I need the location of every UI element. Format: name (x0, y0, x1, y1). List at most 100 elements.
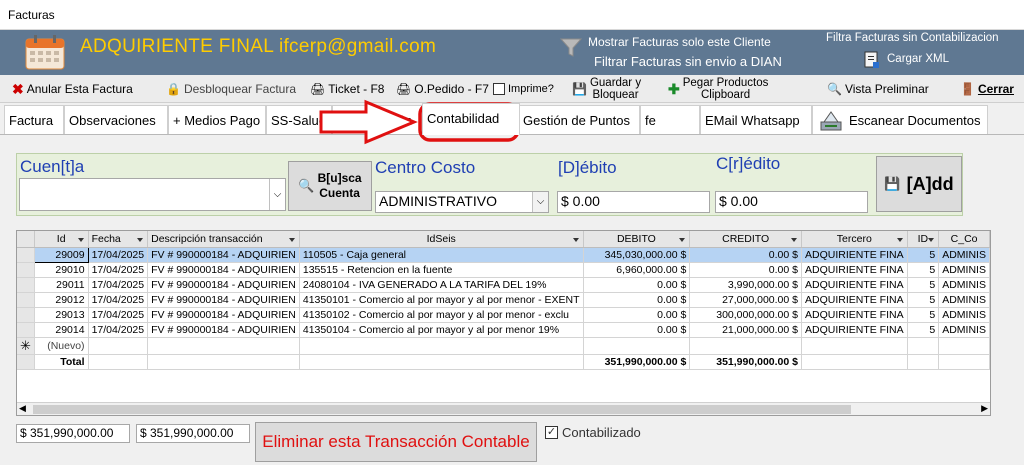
cell-id[interactable]: 29010 (34, 262, 89, 278)
cell-id-tercero[interactable]: 5 (907, 307, 940, 323)
save-lock-button[interactable]: 💾 Guardar y Bloquear (572, 75, 641, 103)
tab-escanear-documentos[interactable]: Escanear Documentos (812, 105, 988, 134)
tab-contabilidad[interactable]: Contabilidad (422, 103, 520, 135)
cell-credito[interactable]: 3,990,000.00 $ (689, 277, 802, 293)
centro-costo-select[interactable]: ADMINISTRATIVO ⌵ (375, 191, 549, 213)
cell-tercero[interactable]: ADQUIRIENTE FINA (801, 262, 908, 278)
row-selector[interactable] (17, 322, 35, 338)
cell-debito[interactable]: 0.00 $ (583, 277, 691, 293)
cell-c-co[interactable]: ADMINIS (938, 262, 990, 278)
col-fecha[interactable]: Fecha (88, 231, 149, 248)
cell-fecha[interactable]: 17/04/2025 (88, 307, 149, 323)
void-invoice-button[interactable]: ✖ Anular Esta Factura (12, 75, 133, 103)
cell-fecha[interactable]: 17/04/2025 (88, 262, 149, 278)
table-row[interactable]: 29012 17/04/2025 FV # 990000184 - ADQUIR… (17, 292, 990, 308)
cell-credito[interactable]: 0.00 $ (689, 247, 802, 263)
chevron-down-icon[interactable]: ⌵ (532, 192, 548, 212)
cell-c-co[interactable]: ADMINIS (938, 277, 990, 293)
cell-debito[interactable]: 0.00 $ (583, 307, 691, 323)
cell-tercero[interactable]: ADQUIRIENTE FINA (801, 292, 908, 308)
tab-email-whatsapp[interactable]: EMail Whatsapp (700, 105, 812, 134)
col-descripcion[interactable]: Descripción transacción (147, 231, 300, 248)
cell-credito[interactable]: 27,000,000.00 $ (689, 292, 802, 308)
debito-input[interactable]: $ 0.00 (557, 191, 710, 213)
credito-input[interactable]: $ 0.00 (715, 191, 868, 213)
cell-tercero[interactable]: ADQUIRIENTE FINA (801, 277, 908, 293)
tab-medios-pago[interactable]: + Medios Pago (168, 105, 266, 134)
cell-idseis[interactable]: 110505 - Caja general (299, 247, 584, 263)
contabilizado-checkbox[interactable]: ✓ (545, 426, 558, 439)
filter-funnel-icon[interactable] (559, 38, 583, 61)
cell-fecha[interactable]: 17/04/2025 (88, 322, 149, 338)
cell-descripcion[interactable]: FV # 990000184 - ADQUIRIEN (147, 247, 300, 263)
cell-idseis[interactable]: 41350102 - Comercio al por mayor y al po… (299, 307, 584, 323)
show-client-invoices-link[interactable]: Mostrar Facturas solo este Cliente (588, 35, 771, 49)
scroll-right-icon[interactable]: ▶ (981, 403, 988, 414)
cell-id[interactable]: 29013 (34, 307, 89, 323)
chevron-down-icon[interactable]: ⌵ (269, 179, 285, 210)
cell-id[interactable]: 29014 (34, 322, 89, 338)
cell-idseis[interactable]: 24080104 - IVA GENERADO A LA TARIFA DEL … (299, 277, 584, 293)
tab-gestion-puntos[interactable]: Gestión de Puntos (518, 105, 640, 134)
table-row[interactable]: 29009 17/04/2025 FV # 990000184 - ADQUIR… (17, 246, 990, 263)
col-id[interactable]: Id (34, 231, 89, 248)
cell-id[interactable]: 29009 (33, 246, 89, 263)
table-row[interactable]: 29013 17/04/2025 FV # 990000184 - ADQUIR… (17, 307, 990, 323)
cell-id-tercero[interactable]: 5 (907, 262, 940, 278)
close-button[interactable]: 🚪 Cerrar (960, 75, 1014, 103)
col-id-tercero[interactable]: ID (907, 231, 940, 248)
cell-c-co[interactable]: ADMINIS (938, 247, 990, 263)
unlock-invoice-button[interactable]: 🔒 Desbloquear Factura (166, 75, 296, 103)
cell-id[interactable]: 29011 (34, 277, 89, 293)
paste-products-button[interactable]: ✚ Pegar Productos Clipboard (668, 75, 768, 103)
cell-idseis[interactable]: 41350104 - Comercio al por mayor y al po… (299, 322, 584, 338)
cell-c-co[interactable]: ADMINIS (938, 292, 990, 308)
cell-fecha[interactable]: 17/04/2025 (88, 277, 149, 293)
row-selector[interactable] (17, 247, 35, 263)
cell-descripcion[interactable]: FV # 990000184 - ADQUIRIEN (147, 307, 300, 323)
cell-fecha[interactable]: 17/04/2025 (88, 247, 149, 263)
cell-tercero[interactable]: ADQUIRIENTE FINA (801, 322, 908, 338)
cell-descripcion[interactable]: FV # 990000184 - ADQUIRIEN (147, 292, 300, 308)
row-selector[interactable] (17, 307, 35, 323)
tab-factura[interactable]: Factura (4, 105, 64, 134)
cell-tercero[interactable]: ADQUIRIENTE FINA (801, 247, 908, 263)
col-c-co[interactable]: C_Co (938, 231, 990, 248)
scroll-left-icon[interactable]: ◀ (19, 403, 26, 414)
tab-fe[interactable]: fe (640, 105, 700, 134)
cell-debito[interactable]: 345,030,000.00 $ (583, 247, 691, 263)
cell-id-tercero[interactable]: 5 (907, 247, 940, 263)
print-checkbox[interactable] (493, 83, 505, 95)
cell-idseis[interactable]: 135515 - Retencion en la fuente (299, 262, 584, 278)
col-tercero[interactable]: Tercero (801, 231, 908, 248)
cell-tercero[interactable]: ADQUIRIENTE FINA (801, 307, 908, 323)
cell-descripcion[interactable]: FV # 990000184 - ADQUIRIEN (147, 262, 300, 278)
horizontal-scrollbar[interactable]: ◀ ▶ (17, 402, 990, 415)
contabilizado-checkbox-group[interactable]: ✓ Contabilizado (545, 425, 641, 440)
cell-debito[interactable]: 0.00 $ (583, 292, 691, 308)
cell-c-co[interactable]: ADMINIS (938, 322, 990, 338)
filter-no-dian-link[interactable]: Filtrar Facturas sin envio a DIAN (594, 54, 782, 69)
col-debito[interactable]: DEBITO (583, 231, 691, 248)
new-record-label[interactable]: (Nuevo) (34, 337, 89, 355)
preview-button[interactable]: 🔍 Vista Preliminar (827, 75, 929, 103)
cell-credito[interactable]: 0.00 $ (689, 262, 802, 278)
row-selector[interactable] (17, 292, 35, 308)
cell-c-co[interactable]: ADMINIS (938, 307, 990, 323)
col-idseis[interactable]: IdSeis (299, 231, 584, 248)
filter-no-accounting-link[interactable]: Filtra Facturas sin Contabilizacion (826, 32, 999, 44)
cell-id-tercero[interactable]: 5 (907, 277, 940, 293)
cell-fecha[interactable]: 17/04/2025 (88, 292, 149, 308)
tab-observaciones[interactable]: Observaciones (64, 105, 168, 134)
add-entry-button[interactable]: 💾 [A]dd (876, 156, 962, 212)
cell-debito[interactable]: 0.00 $ (583, 322, 691, 338)
cuenta-combobox[interactable]: ⌵ (19, 178, 286, 211)
col-credito[interactable]: CREDITO (689, 231, 802, 248)
cell-descripcion[interactable]: FV # 990000184 - ADQUIRIEN (147, 277, 300, 293)
corner-selector[interactable] (17, 231, 35, 248)
cell-debito[interactable]: 6,960,000.00 $ (583, 262, 691, 278)
cargar-xml-button[interactable]: Cargar XML (887, 53, 949, 65)
table-row[interactable]: 29014 17/04/2025 FV # 990000184 - ADQUIR… (17, 322, 990, 338)
cell-id-tercero[interactable]: 5 (907, 292, 940, 308)
row-selector[interactable] (17, 262, 35, 278)
